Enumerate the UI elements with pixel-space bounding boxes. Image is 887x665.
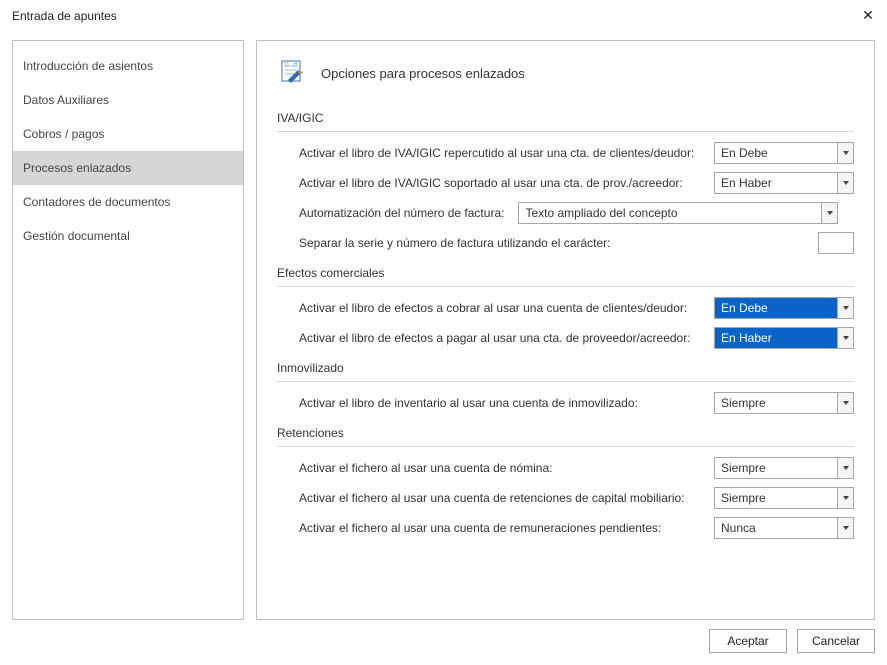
chevron-down-icon[interactable] [837, 328, 853, 348]
page-icon: D H [279, 59, 307, 87]
select-value: En Debe [715, 143, 837, 163]
titlebar: Entrada de apuntes ✕ [0, 0, 887, 32]
chevron-down-icon[interactable] [837, 458, 853, 478]
label: Separar la serie y número de factura uti… [299, 236, 611, 250]
sidebar-item-cobros-pagos[interactable]: Cobros / pagos [13, 117, 243, 151]
svg-text:D: D [285, 62, 289, 68]
sidebar-item-datos-auxiliares[interactable]: Datos Auxiliares [13, 83, 243, 117]
chevron-down-icon[interactable] [837, 518, 853, 538]
chevron-down-icon[interactable] [837, 298, 853, 318]
chevron-down-icon[interactable] [837, 173, 853, 193]
label: Activar el fichero al usar una cuenta de… [299, 491, 685, 505]
select-value: En Debe [715, 298, 837, 318]
chevron-down-icon[interactable] [837, 393, 853, 413]
sidebar-item-introduccion[interactable]: Introducción de asientos [13, 49, 243, 83]
sidebar-item-label: Procesos enlazados [23, 161, 131, 175]
label: Activar el libro de efectos a pagar al u… [299, 331, 691, 345]
main-panel: D H Opciones para procesos enlazados IVA… [256, 40, 875, 620]
sidebar-item-contadores[interactable]: Contadores de documentos [13, 185, 243, 219]
row-iva-soportado: Activar el libro de IVA/IGIC soportado a… [277, 172, 854, 194]
section-title-iva: IVA/IGIC [277, 107, 854, 132]
sidebar-item-label: Datos Auxiliares [23, 93, 109, 107]
svg-text:H: H [294, 62, 298, 68]
select-ret-capital[interactable]: Siempre [714, 487, 854, 509]
select-value: Texto ampliado del concepto [519, 203, 821, 223]
row-ret-remuneraciones: Activar el fichero al usar una cuenta de… [277, 517, 854, 539]
accept-button[interactable]: Aceptar [709, 629, 787, 653]
select-value: En Haber [715, 328, 837, 348]
label: Automatización del número de factura: [299, 206, 504, 220]
label: Activar el fichero al usar una cuenta de… [299, 521, 661, 535]
select-value: Nunca [715, 518, 837, 538]
dialog-footer: Aceptar Cancelar [709, 629, 875, 653]
window-title: Entrada de apuntes [12, 9, 117, 23]
row-separar-serie: Separar la serie y número de factura uti… [277, 232, 854, 254]
select-value: Siempre [715, 488, 837, 508]
button-label: Cancelar [812, 634, 860, 648]
label: Activar el libro de IVA/IGIC soportado a… [299, 176, 683, 190]
sidebar-item-gestion-documental[interactable]: Gestión documental [13, 219, 243, 253]
chevron-down-icon[interactable] [821, 203, 837, 223]
button-label: Aceptar [727, 634, 768, 648]
select-ret-remuneraciones[interactable]: Nunca [714, 517, 854, 539]
chevron-down-icon[interactable] [837, 488, 853, 508]
row-efectos-pagar: Activar el libro de efectos a pagar al u… [277, 327, 854, 349]
section-title-inmovilizado: Inmovilizado [277, 357, 854, 382]
select-efectos-cobrar[interactable]: En Debe [714, 297, 854, 319]
sidebar-item-label: Cobros / pagos [23, 127, 104, 141]
select-iva-repercutido[interactable]: En Debe [714, 142, 854, 164]
close-icon[interactable]: ✕ [859, 6, 877, 24]
chevron-down-icon[interactable] [837, 143, 853, 163]
section-title-efectos: Efectos comerciales [277, 262, 854, 287]
select-value: En Haber [715, 173, 837, 193]
select-iva-soportado[interactable]: En Haber [714, 172, 854, 194]
section-title-retenciones: Retenciones [277, 422, 854, 447]
sidebar-item-procesos-enlazados[interactable]: Procesos enlazados [13, 151, 243, 185]
row-automatizacion-factura: Automatización del número de factura: Te… [277, 202, 854, 224]
input-separar-caracter[interactable] [818, 232, 854, 254]
page-header: D H Opciones para procesos enlazados [277, 59, 854, 87]
select-inmovilizado[interactable]: Siempre [714, 392, 854, 414]
label: Activar el libro de efectos a cobrar al … [299, 301, 687, 315]
select-ret-nomina[interactable]: Siempre [714, 457, 854, 479]
row-ret-nomina: Activar el fichero al usar una cuenta de… [277, 457, 854, 479]
page-title: Opciones para procesos enlazados [321, 66, 525, 81]
row-inmovilizado: Activar el libro de inventario al usar u… [277, 392, 854, 414]
select-efectos-pagar[interactable]: En Haber [714, 327, 854, 349]
sidebar-item-label: Introducción de asientos [23, 59, 153, 73]
sidebar-item-label: Contadores de documentos [23, 195, 170, 209]
row-ret-capital: Activar el fichero al usar una cuenta de… [277, 487, 854, 509]
label: Activar el libro de IVA/IGIC repercutido… [299, 146, 694, 160]
dialog-body: Introducción de asientos Datos Auxiliare… [0, 32, 887, 620]
row-iva-repercutido: Activar el libro de IVA/IGIC repercutido… [277, 142, 854, 164]
sidebar-item-label: Gestión documental [23, 229, 130, 243]
cancel-button[interactable]: Cancelar [797, 629, 875, 653]
sidebar: Introducción de asientos Datos Auxiliare… [12, 40, 244, 620]
select-value: Siempre [715, 393, 837, 413]
row-efectos-cobrar: Activar el libro de efectos a cobrar al … [277, 297, 854, 319]
select-value: Siempre [715, 458, 837, 478]
label: Activar el fichero al usar una cuenta de… [299, 461, 552, 475]
select-automatizacion-factura[interactable]: Texto ampliado del concepto [518, 202, 838, 224]
label: Activar el libro de inventario al usar u… [299, 396, 638, 410]
